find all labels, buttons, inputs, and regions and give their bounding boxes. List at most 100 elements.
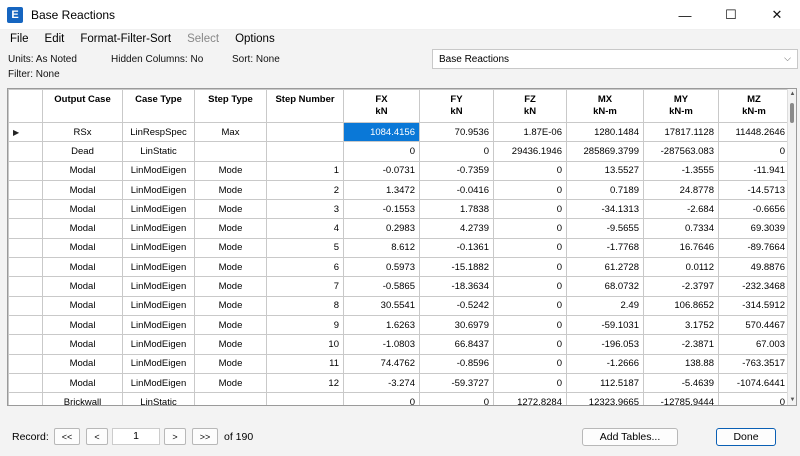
table-cell[interactable]: Max — [194, 121, 267, 143]
table-cell[interactable]: -2.3871 — [643, 334, 719, 355]
scrollbar-thumb[interactable] — [790, 103, 794, 123]
table-cell[interactable]: 0 — [493, 218, 567, 239]
table-cell[interactable]: -0.1361 — [419, 237, 494, 259]
table-cell[interactable]: -15.1882 — [419, 257, 494, 278]
menu-edit[interactable]: Edit — [37, 30, 73, 48]
table-cell[interactable]: 0 — [419, 392, 494, 405]
table-cell[interactable]: 68.0732 — [566, 276, 644, 297]
table-cell[interactable]: 10 — [266, 334, 344, 355]
table-cell[interactable]: -1.0803 — [343, 334, 420, 355]
table-cell[interactable]: 69.3039 — [718, 218, 790, 239]
column-header[interactable]: MX kN-m — [566, 89, 644, 123]
row-selector[interactable] — [8, 179, 43, 201]
table-row[interactable]: Modal LinModEigen Mode 11 74.4762 -0.8596 0 -1.… — [8, 353, 790, 374]
table-cell[interactable]: 138.88 — [643, 353, 719, 374]
table-cell[interactable]: LinModEigen — [122, 314, 195, 336]
table-cell[interactable]: LinModEigen — [122, 257, 195, 278]
table-cell[interactable]: 6 — [266, 257, 344, 278]
table-cell[interactable] — [266, 121, 344, 143]
column-header[interactable]: FX kN — [343, 89, 420, 123]
last-record-button[interactable]: >> — [192, 428, 218, 445]
table-cell[interactable]: 106.8652 — [643, 295, 719, 316]
table-cell[interactable]: 16.7646 — [643, 237, 719, 259]
table-cell[interactable]: 8 — [266, 295, 344, 316]
table-cell[interactable]: 0 — [493, 372, 567, 394]
table-cell[interactable]: RSx — [42, 121, 123, 143]
table-cell[interactable]: Modal — [42, 218, 123, 239]
table-cell[interactable]: 7 — [266, 276, 344, 297]
table-cell[interactable]: LinModEigen — [122, 160, 195, 181]
table-cell[interactable]: LinModEigen — [122, 237, 195, 259]
table-row[interactable]: Modal LinModEigen Mode 8 30.5541 -0.5242 0 2.49… — [8, 295, 790, 316]
table-cell[interactable]: 0 — [493, 314, 567, 336]
table-cell[interactable]: 1.6263 — [343, 314, 420, 336]
column-header[interactable]: Step Type — [194, 89, 267, 123]
table-cell[interactable]: -0.0731 — [343, 160, 420, 181]
table-cell[interactable]: -59.3727 — [419, 372, 494, 394]
column-header[interactable]: Case Type — [122, 89, 195, 123]
table-cell[interactable]: -14.5713 — [718, 179, 790, 201]
table-cell[interactable]: -0.8596 — [419, 353, 494, 374]
table-cell[interactable]: LinModEigen — [122, 334, 195, 355]
table-cell[interactable]: Modal — [42, 160, 123, 181]
add-tables-button[interactable]: Add Tables... — [582, 428, 678, 446]
row-selector[interactable] — [8, 295, 43, 316]
table-cell[interactable]: -1074.6441 — [718, 372, 790, 394]
menu-format-filter-sort[interactable]: Format-Filter-Sort — [72, 30, 179, 48]
table-cell[interactable]: 70.9536 — [419, 121, 494, 143]
table-cell[interactable]: 0 — [493, 353, 567, 374]
scroll-down-icon[interactable]: ▼ — [788, 397, 796, 403]
table-cell[interactable]: Modal — [42, 276, 123, 297]
table-cell[interactable]: 0 — [493, 295, 567, 316]
menu-select[interactable]: Select — [179, 30, 227, 48]
table-cell[interactable] — [266, 141, 344, 162]
table-cell[interactable]: LinStatic — [122, 141, 195, 162]
close-button[interactable]: ✕ — [754, 0, 800, 30]
table-cell[interactable]: -0.1553 — [343, 199, 420, 220]
menu-options[interactable]: Options — [227, 30, 283, 48]
table-cell[interactable]: Dead — [42, 141, 123, 162]
table-row[interactable]: Modal LinModEigen Mode 2 1.3472 -0.0416 0 0.718… — [8, 179, 790, 201]
table-cell[interactable]: 0 — [493, 237, 567, 259]
table-cell[interactable]: Modal — [42, 199, 123, 220]
table-cell[interactable]: LinModEigen — [122, 295, 195, 316]
table-cell[interactable]: -0.5242 — [419, 295, 494, 316]
table-row[interactable]: Dead LinStatic 0 0 29436.1946 285869.3799 -287… — [8, 141, 790, 162]
table-cell[interactable]: 0 — [343, 141, 420, 162]
table-cell[interactable]: 570.4467 — [718, 314, 790, 336]
table-cell[interactable]: 3 — [266, 199, 344, 220]
minimize-button[interactable]: — — [662, 0, 708, 30]
table-cell[interactable]: 1.87E-06 — [493, 121, 567, 143]
column-header[interactable]: FY kN — [419, 89, 494, 123]
prev-record-button[interactable]: < — [86, 428, 108, 445]
table-cell[interactable]: 11 — [266, 353, 344, 374]
table-cell[interactable]: 0.2983 — [343, 218, 420, 239]
data-grid[interactable]: Output Case Case Type Step Type Step Number… — [7, 88, 797, 406]
table-cell[interactable]: -18.3634 — [419, 276, 494, 297]
table-cell[interactable]: -1.2666 — [566, 353, 644, 374]
table-cell[interactable]: Brickwall — [42, 392, 123, 405]
table-row[interactable]: Modal LinModEigen Mode 10 -1.0803 66.8437 0 -19… — [8, 334, 790, 355]
table-cell[interactable]: Mode — [194, 295, 267, 316]
table-cell[interactable]: -5.4639 — [643, 372, 719, 394]
table-cell[interactable]: -34.1313 — [566, 199, 644, 220]
table-cell[interactable]: LinModEigen — [122, 218, 195, 239]
table-cell[interactable]: 1 — [266, 160, 344, 181]
row-selector[interactable] — [8, 334, 43, 355]
table-cell[interactable]: 12323.9665 — [566, 392, 644, 405]
table-cell[interactable]: 0 — [718, 392, 790, 405]
table-cell[interactable]: 0 — [493, 179, 567, 201]
table-cell[interactable]: -89.7664 — [718, 237, 790, 259]
table-cell[interactable]: 2.49 — [566, 295, 644, 316]
table-cell[interactable]: Mode — [194, 160, 267, 181]
table-cell[interactable]: LinRespSpec — [122, 121, 195, 143]
table-cell[interactable]: -3.274 — [343, 372, 420, 394]
table-cell[interactable]: 0 — [343, 392, 420, 405]
column-header[interactable]: MY kN-m — [643, 89, 719, 123]
table-cell[interactable]: 0.0112 — [643, 257, 719, 278]
column-header[interactable]: MZ kN-m — [718, 89, 790, 123]
table-cell[interactable]: -314.5912 — [718, 295, 790, 316]
table-cell[interactable]: 4 — [266, 218, 344, 239]
table-row[interactable]: Modal LinModEigen Mode 1 -0.0731 -0.7359 0 13.5… — [8, 160, 790, 181]
table-cell[interactable]: 66.8437 — [419, 334, 494, 355]
